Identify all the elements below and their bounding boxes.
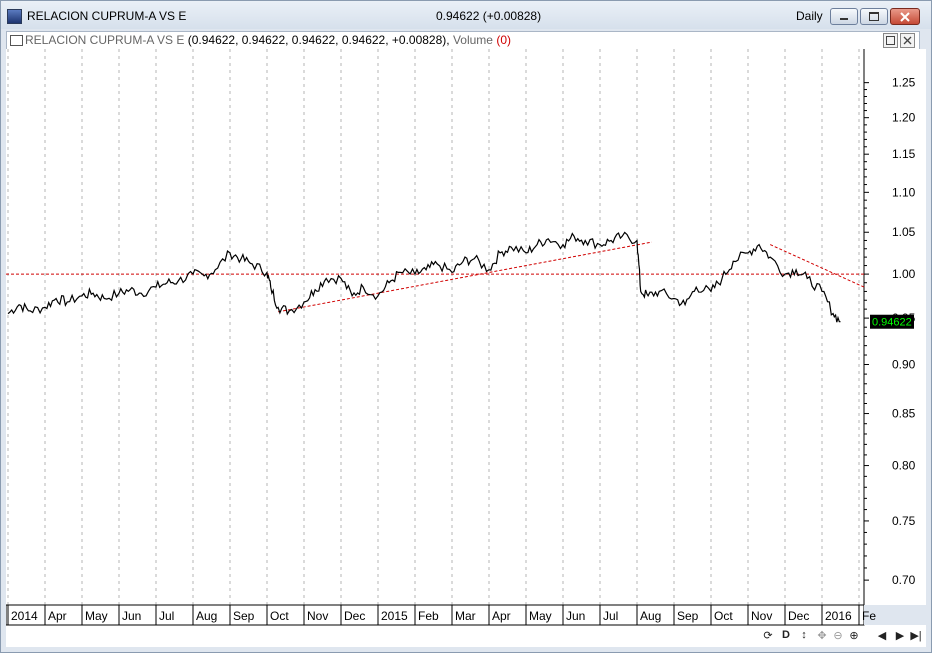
- x-tick-label: Jul: [159, 609, 174, 623]
- zoom-out-icon[interactable]: ⊖: [831, 627, 845, 643]
- x-tick-label: Dec: [788, 609, 809, 623]
- y-tick-label: 1.15: [892, 147, 916, 161]
- panel-icon: [10, 35, 23, 46]
- x-tick-label: Sep: [677, 609, 699, 623]
- x-tick-label: Oct: [270, 609, 289, 623]
- panel-close-button[interactable]: [900, 33, 915, 48]
- x-tick-label: Nov: [307, 609, 328, 623]
- x-tick-label: Sep: [233, 609, 255, 623]
- restore-icon: [869, 12, 879, 21]
- y-tick-label: 1.10: [892, 185, 916, 199]
- legend-values: (0.94622, 0.94622, 0.94622, 0.94622, +0.…: [187, 33, 450, 47]
- chart-app-icon: [7, 9, 22, 24]
- panel-maximize-button[interactable]: [883, 33, 898, 48]
- x-tick-label: Dec: [344, 609, 365, 623]
- minimize-button[interactable]: [830, 8, 858, 25]
- zoom-in-icon[interactable]: ⊕: [847, 627, 861, 643]
- title-bar[interactable]: RELACION CUPRUM-A VS E 0.94622 (+0.00828…: [1, 1, 931, 29]
- trend-line: [278, 241, 652, 313]
- scroll-end-icon[interactable]: ▶|: [909, 627, 923, 643]
- y-tick-label: 1.20: [892, 111, 916, 125]
- y-tick-label: 0.85: [892, 407, 916, 421]
- title-price-change: 0.94622 (+0.00828): [436, 9, 542, 23]
- x-tick-label: Nov: [751, 609, 772, 623]
- move-icon[interactable]: ✥: [815, 627, 829, 643]
- trend-line: [769, 244, 865, 288]
- close-icon: [903, 36, 912, 45]
- close-button[interactable]: [890, 8, 920, 25]
- y-tick-label: 0.75: [892, 514, 916, 528]
- x-tick-label: 2014: [11, 609, 38, 623]
- window-title: RELACION CUPRUM-A VS E: [27, 9, 187, 23]
- y-tick-label: 1.00: [892, 267, 916, 281]
- y-tick-label: 0.80: [892, 459, 916, 473]
- y-tick-label: 0.90: [892, 358, 916, 372]
- chart-legend: RELACION CUPRUM-A VS E (0.94622, 0.94622…: [25, 33, 511, 47]
- chart-area[interactable]: 1.251.201.151.101.051.000.950.900.850.80…: [5, 49, 926, 647]
- x-tick-label: Feb: [418, 609, 439, 623]
- x-tick-label: Oct: [714, 609, 733, 623]
- legend-series-name: RELACION CUPRUM-A VS E: [25, 33, 185, 47]
- x-tick-label: 2016: [825, 609, 852, 623]
- legend-volume-label: Volume: [452, 33, 493, 47]
- period-label[interactable]: Daily: [796, 9, 823, 23]
- y-tick-label: 1.25: [892, 76, 916, 90]
- minimize-icon: [840, 18, 848, 20]
- y-tick-label: 1.05: [892, 225, 916, 239]
- close-icon: [900, 11, 910, 22]
- x-tick-label: Apr: [48, 609, 67, 623]
- nav-d-button[interactable]: D: [779, 627, 793, 643]
- chart-panel-header: RELACION CUPRUM-A VS E (0.94622, 0.94622…: [6, 31, 920, 50]
- x-tick-label: May: [529, 609, 552, 623]
- y-tick-label: 0.70: [892, 573, 916, 587]
- x-tick-label: Jul: [603, 609, 618, 623]
- scroll-left-icon[interactable]: ◀: [875, 627, 889, 643]
- x-tick-label: Jun: [122, 609, 141, 623]
- x-tick-label: Apr: [492, 609, 511, 623]
- refresh-icon[interactable]: ⟳: [761, 627, 775, 643]
- chart-navigation-bar: ⟳ D ↕ ✥ ⊖ ⊕ ◀ ▶ ▶|: [749, 627, 921, 643]
- x-tick-label: May: [85, 609, 108, 623]
- last-value-label: 0.94622: [872, 317, 912, 329]
- x-tick-label: Aug: [640, 609, 661, 623]
- chart-window: RELACION CUPRUM-A VS E 0.94622 (+0.00828…: [0, 0, 932, 653]
- legend-volume-value: (0): [496, 33, 511, 47]
- scroll-right-icon[interactable]: ▶: [893, 627, 907, 643]
- x-tick-label: Fe: [862, 609, 876, 623]
- x-tick-label: Jun: [566, 609, 585, 623]
- x-tick-label: 2015: [381, 609, 408, 623]
- price-series-line: [7, 231, 841, 323]
- x-tick-label: Mar: [455, 609, 476, 623]
- up-down-arrow-icon[interactable]: ↕: [797, 627, 811, 643]
- restore-button[interactable]: [860, 8, 888, 25]
- maximize-icon: [886, 36, 895, 45]
- x-tick-label: Aug: [196, 609, 217, 623]
- price-chart[interactable]: 1.251.201.151.101.051.000.950.900.850.80…: [5, 49, 926, 647]
